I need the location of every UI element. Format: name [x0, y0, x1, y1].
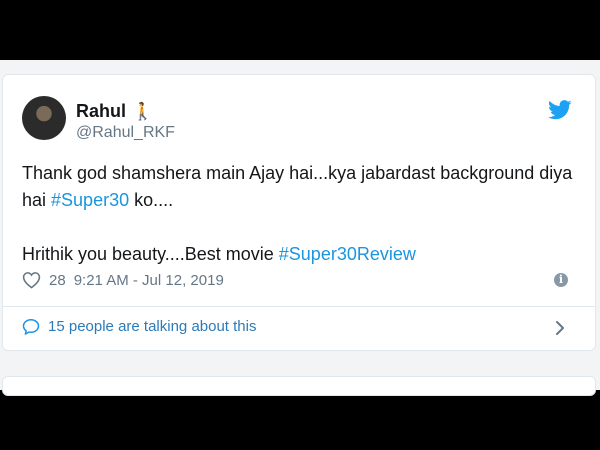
tweet-paragraph-1: Thank god shamshera main Ajay hai...kya … — [22, 160, 582, 214]
avatar[interactable] — [22, 96, 66, 140]
talking-about-text[interactable]: 15 people are talking about this — [48, 318, 256, 335]
tweet-meta: 28 9:21 AM - Jul 12, 2019 — [22, 271, 224, 289]
talking-about-link[interactable]: 15 people are talking about this — [22, 318, 256, 335]
info-icon[interactable]: i — [554, 273, 568, 287]
speech-bubble-icon — [22, 319, 40, 335]
hashtag-super30review[interactable]: #Super30Review — [279, 244, 416, 264]
tweet-text-line2: Hrithik you beauty....Best movie — [22, 244, 279, 264]
tweet-paragraph-2: Hrithik you beauty....Best movie #Super3… — [22, 241, 582, 268]
chevron-right-icon[interactable] — [554, 319, 566, 337]
heart-icon[interactable] — [22, 271, 41, 289]
tweet-text: Thank god shamshera main Ajay hai...kya … — [22, 160, 582, 268]
tweet-timestamp[interactable]: 9:21 AM - Jul 12, 2019 — [74, 272, 224, 289]
author-name[interactable]: Rahul — [76, 101, 126, 122]
divider — [2, 306, 596, 307]
twitter-bird-icon[interactable] — [548, 100, 572, 120]
author-handle[interactable]: @Rahul_RKF — [76, 124, 175, 142]
like-count[interactable]: 28 — [49, 272, 66, 289]
author-name-row[interactable]: Rahul 🚶 — [76, 101, 153, 122]
hashtag-super30[interactable]: #Super30 — [51, 190, 129, 210]
tweet-text-line1-tail: ko.... — [129, 190, 174, 210]
next-tweet-card — [2, 376, 596, 396]
walking-person-emoji: 🚶 — [132, 102, 154, 121]
